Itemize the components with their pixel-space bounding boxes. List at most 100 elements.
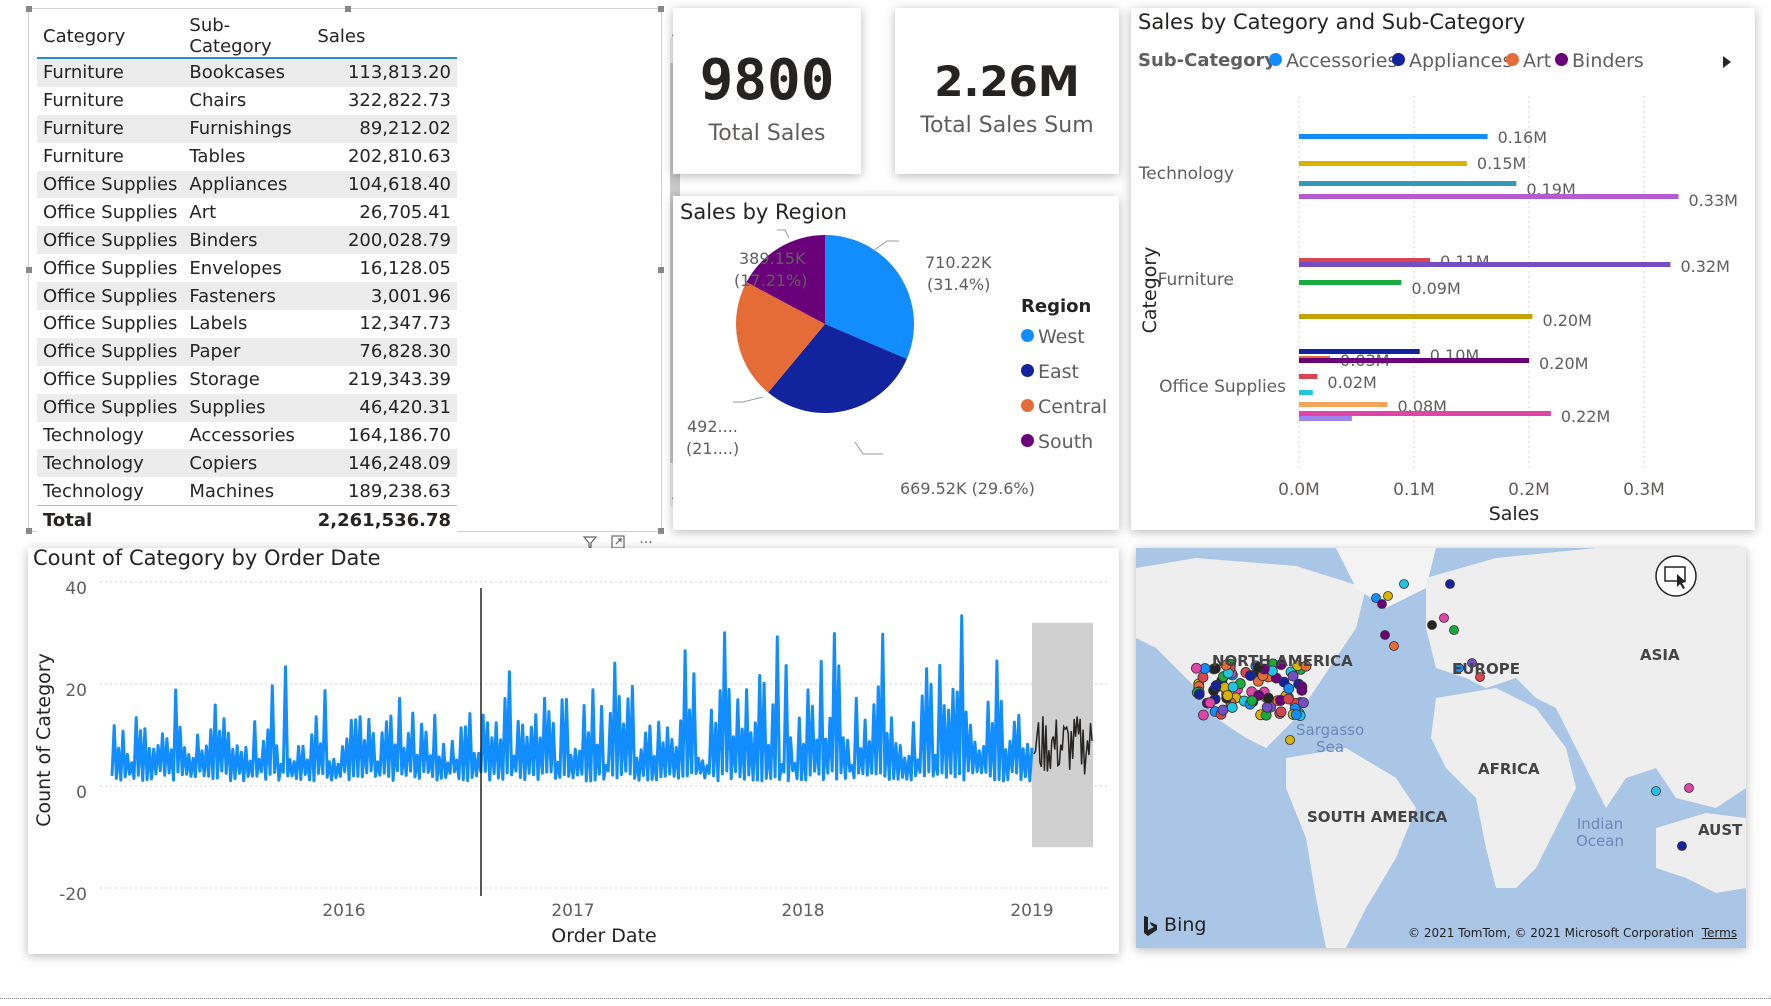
table-row[interactable]: Technology Copiers 146,248.09 bbox=[37, 449, 457, 478]
world-map[interactable] bbox=[1136, 548, 1746, 948]
map-label-south-america: SOUTH AMERICA bbox=[1307, 808, 1448, 826]
resize-handle[interactable] bbox=[658, 6, 664, 12]
cell-sales: 189,238.63 bbox=[347, 480, 451, 502]
map-data-point[interactable] bbox=[1191, 662, 1202, 674]
table-row[interactable]: Office Supplies Supplies 46,420.31 bbox=[37, 393, 457, 422]
map-data-point[interactable] bbox=[1427, 620, 1437, 630]
legend-item-central[interactable]: Central bbox=[1021, 396, 1107, 418]
legend-item-south[interactable]: South bbox=[1021, 431, 1093, 453]
map-data-point[interactable] bbox=[1197, 709, 1209, 721]
terms-link[interactable]: Terms bbox=[1702, 926, 1737, 940]
bar[interactable] bbox=[1299, 374, 1318, 379]
cell-category: Furniture bbox=[37, 114, 184, 143]
map-data-point[interactable] bbox=[1226, 702, 1238, 713]
cell-sub-category: Machines bbox=[189, 480, 275, 502]
resize-handle[interactable] bbox=[658, 528, 664, 534]
map-data-point[interactable] bbox=[1282, 693, 1294, 705]
map-data-point[interactable] bbox=[1204, 697, 1216, 709]
bing-icon bbox=[1144, 915, 1157, 936]
map-data-point[interactable] bbox=[1399, 579, 1409, 589]
map-data-point[interactable] bbox=[1283, 683, 1295, 694]
map-data-point[interactable] bbox=[1439, 613, 1449, 623]
table-row[interactable]: Furniture Bookcases 113,813.20 bbox=[37, 58, 457, 87]
pie-label-central-pct: (21....) bbox=[686, 439, 739, 458]
table-row[interactable]: Office Supplies Art 26,705.41 bbox=[37, 198, 457, 226]
legend-item-west[interactable]: West bbox=[1021, 326, 1085, 348]
table-row[interactable]: Technology Accessories 164,186.70 bbox=[37, 422, 457, 450]
bar[interactable] bbox=[1299, 134, 1488, 139]
count-line-series[interactable] bbox=[110, 614, 1034, 783]
column-header-sub-category[interactable]: Sub-Category bbox=[183, 15, 312, 59]
total-sales-sum-card[interactable]: 2.26M Total Sales Sum bbox=[895, 8, 1119, 174]
map-data-point[interactable] bbox=[1275, 706, 1287, 718]
bar[interactable] bbox=[1299, 280, 1402, 285]
map-label-sargasso-sea: Sargasso Sea bbox=[1296, 721, 1365, 756]
table-row[interactable]: Technology Machines 189,238.63 bbox=[37, 477, 457, 505]
map-data-point[interactable] bbox=[1222, 690, 1234, 701]
cell-sales: 219,343.39 bbox=[347, 369, 451, 391]
sales-table-visual[interactable]: Category Sub-Category Sales Furniture Boo… bbox=[26, 6, 681, 535]
bar[interactable] bbox=[1299, 262, 1671, 267]
bar[interactable] bbox=[1299, 194, 1679, 199]
resize-handle[interactable] bbox=[26, 267, 32, 273]
map-data-point[interactable] bbox=[1246, 695, 1258, 707]
map-label-asia: ASIA bbox=[1640, 646, 1680, 664]
bar[interactable] bbox=[1299, 411, 1551, 416]
table-row[interactable]: Office Supplies Storage 219,343.39 bbox=[37, 366, 457, 394]
map-data-point[interactable] bbox=[1245, 670, 1256, 681]
table-row[interactable]: Office Supplies Appliances 104,618.40 bbox=[37, 170, 457, 199]
count-by-order-date-chart[interactable]: Count of Category by Order Date 40 20 0 … bbox=[28, 546, 1119, 954]
cell-category: Technology bbox=[37, 449, 184, 478]
map-select-icon[interactable] bbox=[1654, 554, 1698, 598]
resize-handle[interactable] bbox=[26, 6, 32, 12]
resize-handle[interactable] bbox=[26, 528, 32, 534]
map-data-point[interactable] bbox=[1263, 692, 1274, 704]
table-row[interactable]: Office Supplies Labels 12,347.73 bbox=[37, 310, 457, 338]
map-data-point[interactable] bbox=[1217, 704, 1229, 716]
map-data-point[interactable] bbox=[1290, 709, 1302, 721]
legend-item-east[interactable]: East bbox=[1021, 361, 1079, 383]
map-data-point[interactable] bbox=[1193, 688, 1205, 700]
map-data-point[interactable] bbox=[1445, 579, 1455, 589]
resize-handle[interactable] bbox=[658, 267, 664, 273]
map-data-point[interactable] bbox=[1651, 786, 1661, 796]
table-row[interactable]: Office Supplies Binders 200,028.79 bbox=[37, 226, 457, 255]
map-data-point[interactable] bbox=[1285, 735, 1295, 745]
table-row[interactable]: Furniture Furnishings 89,212.02 bbox=[37, 114, 457, 143]
resize-handle[interactable] bbox=[345, 6, 351, 12]
bing-logo: Bing bbox=[1142, 914, 1206, 937]
map-data-point[interactable] bbox=[1377, 599, 1387, 609]
map-data-point[interactable] bbox=[1677, 841, 1687, 851]
table-row[interactable]: Office Supplies Envelopes 16,128.05 bbox=[37, 254, 457, 282]
bar[interactable] bbox=[1299, 416, 1352, 421]
cell-sales: 26,705.41 bbox=[359, 201, 451, 223]
column-header-sales[interactable]: Sales bbox=[311, 15, 457, 59]
table-row[interactable]: Office Supplies Paper 76,828.30 bbox=[37, 337, 457, 366]
map-data-point[interactable] bbox=[1684, 783, 1694, 793]
map-data-point[interactable] bbox=[1210, 680, 1222, 692]
map-data-point[interactable] bbox=[1380, 630, 1390, 640]
sales-by-category-chart[interactable]: Sales by Category and Sub-Category Sub-C… bbox=[1131, 8, 1755, 530]
column-header-category[interactable]: Category bbox=[37, 15, 184, 59]
table-row[interactable]: Office Supplies Fasteners 3,001.96 bbox=[37, 282, 457, 311]
bar[interactable] bbox=[1299, 390, 1313, 395]
sales-by-region-chart[interactable]: Sales by Region 710.22K (31.4%) 669.52K … bbox=[673, 196, 1119, 530]
bar[interactable] bbox=[1299, 314, 1533, 319]
bar[interactable] bbox=[1299, 161, 1467, 166]
map-data-point[interactable] bbox=[1261, 701, 1273, 713]
map-visual[interactable]: NORTH AMERICA EUROPE ASIA AFRICA SOUTH A… bbox=[1136, 548, 1746, 948]
bar[interactable] bbox=[1299, 358, 1529, 363]
total-sales-label: Total Sales bbox=[708, 121, 826, 146]
table-row[interactable]: Furniture Tables 202,810.63 bbox=[37, 143, 457, 171]
map-data-point[interactable] bbox=[1389, 641, 1399, 651]
bar[interactable] bbox=[1299, 181, 1517, 186]
map-data-point[interactable] bbox=[1227, 681, 1239, 693]
bar[interactable] bbox=[1299, 402, 1388, 407]
map-data-point[interactable] bbox=[1296, 684, 1308, 696]
map-data-point[interactable] bbox=[1287, 670, 1299, 682]
map-data-point[interactable] bbox=[1383, 591, 1393, 601]
map-data-point[interactable] bbox=[1298, 697, 1309, 709]
total-sales-card[interactable]: 9800 Total Sales bbox=[673, 8, 861, 174]
table-row[interactable]: Furniture Chairs 322,822.73 bbox=[37, 87, 457, 115]
map-data-point[interactable] bbox=[1449, 625, 1459, 635]
